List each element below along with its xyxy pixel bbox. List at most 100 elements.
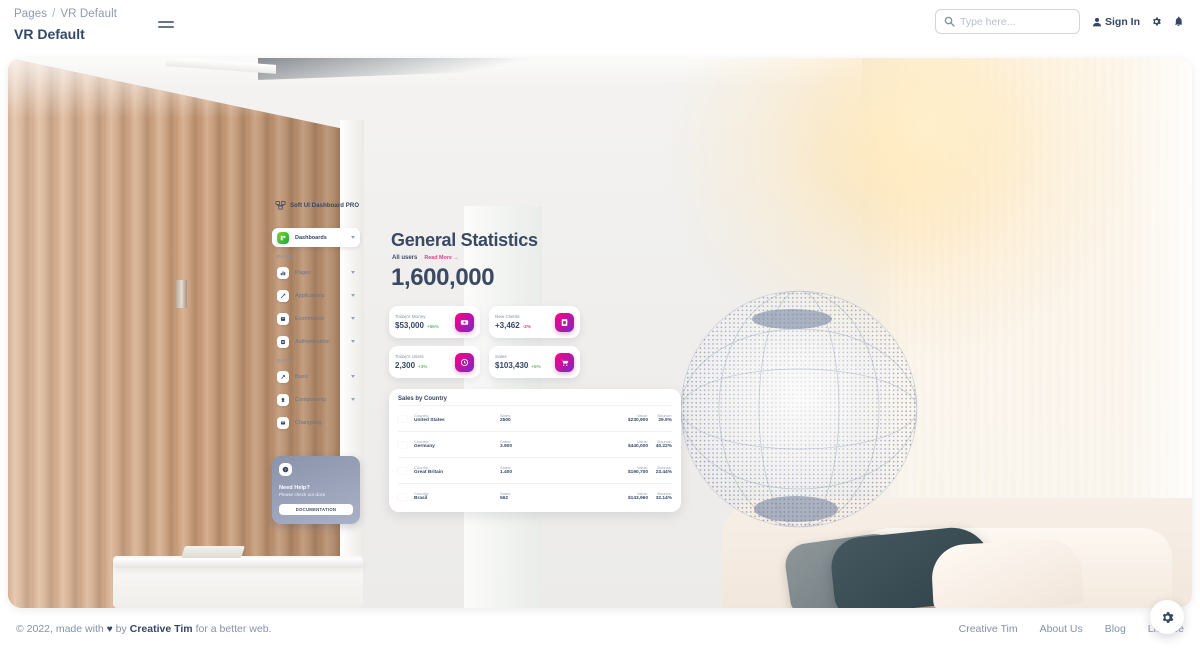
sidebar-label-basic: Basic	[295, 373, 309, 380]
sofa-pillow-white	[930, 538, 1084, 608]
chevron-down-icon[interactable]	[351, 398, 355, 401]
footer-links: Creative Tim About Us Blog License	[959, 623, 1184, 635]
svg-text:?: ?	[285, 468, 287, 472]
sidebar-label-applications: Applications	[295, 292, 325, 299]
search-icon	[944, 16, 955, 27]
cell-sales: 3.900	[500, 444, 513, 450]
stat-value: +3,462	[495, 321, 520, 330]
stat-card-sales[interactable]: Sales $103,430 +5%	[489, 346, 580, 378]
col-header-country: Country:	[414, 412, 430, 418]
stat-card-text: Today's Users 2,300 +3%	[395, 354, 427, 370]
chevron-down-icon[interactable]	[351, 375, 355, 378]
sidebar-section-docs: DOCS	[277, 358, 293, 363]
sign-in-button[interactable]: Sign In	[1092, 16, 1140, 28]
cell-value: $440,000	[627, 444, 648, 450]
search-box[interactable]	[935, 9, 1080, 34]
breadcrumb-trail: Pages / VR Default	[14, 7, 117, 22]
footer-suffix: for a better web.	[195, 623, 272, 635]
chevron-down-icon[interactable]	[351, 294, 355, 297]
sidebar-item-pages[interactable]: Pages	[272, 263, 360, 282]
stat-label: Today's Money	[395, 314, 426, 319]
cell-sales: 2500	[500, 418, 511, 424]
gb-flag-icon	[398, 468, 407, 474]
read-more-link[interactable]: Read More →	[424, 255, 458, 261]
stat-card-todays-users[interactable]: Today's Users 2,300 +3%	[389, 346, 480, 378]
col-header-bounce: Bounce:	[657, 464, 672, 470]
col-header-bounce: Bounce:	[657, 438, 672, 444]
col-header-country: Country:	[414, 438, 430, 444]
hamburger-icon[interactable]	[158, 21, 175, 28]
stat-card-text: New Clients +3,462 -2%	[495, 314, 531, 330]
col-header-sales: Sales:	[500, 490, 512, 496]
chevron-down-icon[interactable]	[351, 236, 355, 239]
footer-link-blog[interactable]: Blog	[1105, 623, 1126, 635]
cell-value: $230,900	[627, 418, 648, 424]
read-more-label: Read More	[424, 255, 452, 261]
breadcrumb-root[interactable]: Pages	[14, 8, 47, 20]
sidebar-label-changelog: Changelog	[295, 419, 322, 426]
cart-icon	[555, 352, 574, 372]
cell-bounce: 40.22%	[655, 444, 672, 450]
footer-copyright-prefix: © 2022, made with	[16, 623, 104, 635]
sidebar-item-ecommerce[interactable]: Ecommerce	[272, 309, 360, 328]
heart-icon: ♥	[106, 623, 113, 635]
de-flag-icon	[398, 442, 407, 448]
documentation-button[interactable]: DOCUMENTATION	[279, 504, 353, 515]
col-header-value: Value:	[636, 412, 648, 418]
chevron-down-icon[interactable]	[351, 271, 355, 274]
search-input[interactable]	[960, 15, 1071, 28]
changelog-icon	[277, 416, 289, 429]
col-header-sales: Sales:	[500, 438, 512, 444]
col-header-country: Country:	[414, 490, 430, 496]
ecommerce-icon	[277, 312, 289, 325]
all-users-count: 1,600,000	[391, 264, 495, 291]
col-header-value: Value:	[636, 490, 648, 496]
stat-value: $103,430	[495, 361, 529, 370]
sidebar-label-ecommerce: Ecommerce	[295, 315, 325, 322]
cell-value: $190,700	[627, 470, 648, 476]
chevron-down-icon[interactable]	[351, 317, 355, 320]
footer-link-about-us[interactable]: About Us	[1040, 623, 1083, 635]
sidebar-item-components[interactable]: Components	[272, 390, 360, 409]
sidebar-label-authentication: Authentication	[295, 338, 330, 345]
money-icon	[455, 312, 474, 332]
sidebar-item-changelog[interactable]: Changelog	[272, 413, 360, 432]
table-row[interactable]: Country: Brasil Sales: 562 Value: $143,9…	[398, 483, 672, 509]
applications-icon	[277, 289, 289, 302]
sidebar-item-authentication[interactable]: Authentication	[272, 332, 360, 351]
cell-country: Germany	[414, 444, 435, 450]
footer-brand-link[interactable]: Creative Tim	[130, 623, 193, 635]
table-row[interactable]: Country: United States Sales: 2500 Value…	[398, 405, 672, 431]
vr-brand[interactable]: Soft UI Dashboard PRO	[275, 200, 359, 211]
sunlight-hotspot	[812, 58, 1042, 238]
chevron-down-icon[interactable]	[351, 340, 355, 343]
notifications-icon[interactable]	[1173, 16, 1184, 27]
settings-fab-button[interactable]	[1150, 600, 1184, 634]
cell-value: $143,960	[627, 496, 648, 502]
cell-country: United States	[414, 418, 445, 424]
components-icon	[277, 393, 289, 406]
col-header-value: Value:	[636, 464, 648, 470]
stat-value: $53,000	[395, 321, 424, 330]
stat-card-text: Sales $103,430 +5%	[495, 354, 541, 370]
vr-default-page: Pages / VR Default VR Default Sign In	[0, 0, 1200, 648]
sidebar-item-applications[interactable]: Applications	[272, 286, 360, 305]
table-row[interactable]: Country: Great Britain Sales: 1.400 Valu…	[398, 457, 672, 483]
dashboard-icon	[277, 231, 289, 244]
stat-delta: +55%	[426, 324, 439, 329]
clients-icon	[555, 312, 574, 332]
table-row[interactable]: Country: Germany Sales: 3.900 Value: $44…	[398, 431, 672, 457]
breadcrumb: Pages / VR Default VR Default	[14, 7, 117, 44]
need-help-subtitle: Please check our docs	[279, 492, 326, 497]
sidebar-item-basic[interactable]: Basic	[272, 367, 360, 386]
sidebar-label-components: Components	[295, 396, 327, 403]
stat-card-new-clients[interactable]: New Clients +3,462 -2%	[489, 306, 580, 338]
sidebar-item-dashboards[interactable]: Dashboards	[272, 228, 360, 247]
col-header-bounce: Bounce:	[657, 490, 672, 496]
footer-link-creative-tim[interactable]: Creative Tim	[959, 623, 1018, 635]
settings-icon[interactable]	[1151, 16, 1162, 27]
need-help-card: ? Need Help? Please check our docs DOCUM…	[272, 456, 360, 524]
stat-card-todays-money[interactable]: Today's Money $53,000 +55%	[389, 306, 480, 338]
stat-label: Sales	[495, 354, 507, 359]
general-statistics-heading: General Statistics	[391, 230, 538, 250]
